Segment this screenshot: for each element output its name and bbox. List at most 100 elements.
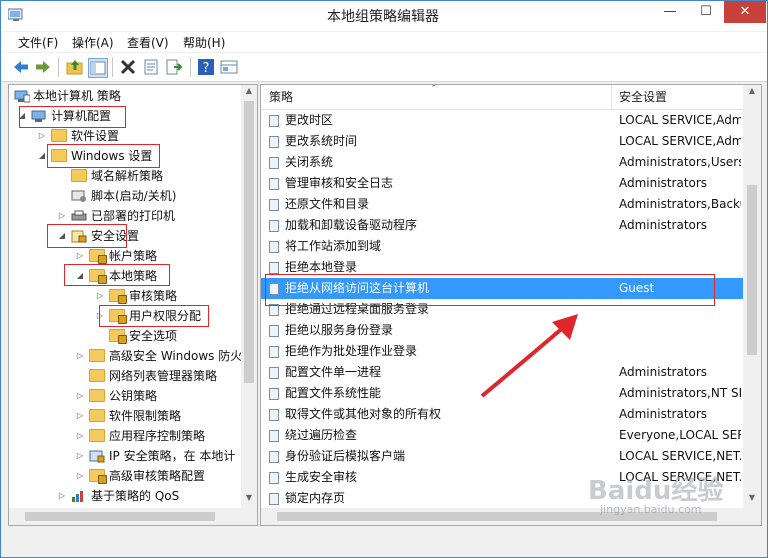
menu-action[interactable]: 操作(A) [72,34,114,51]
policy-name: 更改系统时间 [285,134,358,148]
policy-security-setting: Administrators,Users, [619,155,741,169]
tree-item-label: 网络列表管理器策略 [109,369,218,383]
show-hide-tree-icon[interactable] [88,58,108,78]
policy-row[interactable]: 关闭系统 Administrators,Users, [261,152,743,173]
svg-text:?: ? [203,61,210,76]
tree-item-audit-policy[interactable]: ▷ 审核策略 [9,286,241,306]
tree-item-label: 审核策略 [129,289,178,303]
policy-row[interactable]: 还原文件和目录 Administrators,Backu [261,194,743,215]
policy-security-setting: Everyone,LOCAL SERV [619,428,741,442]
tree-horizontal-scrollbar[interactable] [9,508,257,525]
tree-item-label: 高级审核策略配置 [109,469,206,483]
menu-help[interactable]: 帮助(H) [183,34,225,51]
collapsed-arrow-icon[interactable]: ▷ [75,346,85,366]
forward-icon[interactable] [34,58,52,76]
tree-item-advanced-audit-policy-configuration[interactable]: ▷ 高级审核策略配置 [9,466,241,486]
tree-item-label: 应用程序控制策略 [109,429,206,443]
policy-setting-icon [269,241,279,253]
policy-row[interactable]: 更改系统时间 LOCAL SERVICE,Admi [261,131,743,152]
policy-name: 锁定内存页 [285,491,346,505]
tree-item-label: 帐户策略 [109,249,158,263]
watermark-url: jingyan.baidu.com [600,503,702,516]
properties-icon[interactable] [142,58,160,76]
tree-item-name-resolution-policy[interactable]: 域名解析策略 [9,166,241,186]
list-vertical-scrollbar[interactable]: ▲ ▼ [743,85,761,508]
policy-row[interactable]: 加载和卸载设备驱动程序 Administrators [261,215,743,236]
collapsed-arrow-icon[interactable]: ▷ [75,426,85,446]
up-folder-icon[interactable] [66,58,84,76]
tree-item-local-computer-policy[interactable]: 本地计算机 策略 [9,86,241,106]
export-icon[interactable] [165,58,183,76]
policy-setting-icon [269,451,279,463]
back-icon[interactable] [12,58,30,76]
policy-row[interactable]: 身份验证后模拟客户端 LOCAL SERVICE,NET... [261,446,743,467]
toolbar-separator [58,57,59,77]
toolbar [1,53,767,82]
policy-name: 还原文件和目录 [285,197,370,211]
menu-file[interactable]: 文件(F) [18,34,58,51]
filter-icon[interactable] [220,58,238,76]
scroll-down-icon[interactable]: ▼ [743,493,761,502]
tree-item-software-settings[interactable]: ▷ 软件设置 [9,126,241,146]
annotation-box-windows-settings [47,144,160,168]
policy-security-setting: Administrators [619,365,708,379]
menu-view[interactable]: 查看(V) [127,34,169,51]
collapsed-arrow-icon[interactable]: ▷ [75,446,85,466]
collapsed-arrow-icon[interactable]: ▷ [75,466,85,486]
scrollbar-thumb[interactable] [747,185,757,355]
delete-icon[interactable] [119,58,137,76]
expanded-arrow-icon[interactable]: ◢ [37,146,47,166]
annotation-box-computer-config [19,106,126,128]
collapsed-arrow-icon[interactable]: ▷ [57,206,67,226]
tree-vertical-scrollbar[interactable]: ▲ ▼ [241,85,257,508]
policy-row[interactable]: 更改时区 LOCAL SERVICE,Admi [261,110,743,131]
policy-setting-icon [269,157,279,169]
tree-item-account-policies[interactable]: ▷ 帐户策略 [9,246,241,266]
policy-row[interactable]: 绕过遍历检查 Everyone,LOCAL SERV [261,425,743,446]
annotation-box-user-rights [99,305,209,327]
scrollbar-thumb[interactable] [25,512,215,521]
policy-name: 配置文件系统性能 [285,386,382,400]
annotation-arrow [480,314,578,398]
tree-item-deployed-printers[interactable]: ▷ 已部署的打印机 [9,206,241,226]
collapsed-arrow-icon[interactable]: ▷ [57,486,67,506]
tree-item-label: 软件限制策略 [109,409,182,423]
column-header-policy[interactable]: 策略 [269,87,293,107]
minimize-button[interactable]: — [652,1,688,23]
tree-item-windows-firewall-advanced-security[interactable]: ▷ 高级安全 Windows 防火 [9,346,242,366]
scroll-down-icon[interactable]: ▼ [241,493,257,502]
scroll-up-icon[interactable]: ▲ [241,86,257,95]
column-header-security-setting[interactable]: 安全设置 [619,87,667,107]
maximize-button[interactable]: ☐ [688,1,724,23]
tree-item-security-options[interactable]: 安全选项 [9,326,241,346]
collapsed-arrow-icon[interactable]: ▷ [37,126,47,146]
close-button[interactable]: ✕ [724,1,766,23]
tree-item-public-key-policies[interactable]: ▷ 公钥策略 [9,386,241,406]
column-divider[interactable] [611,85,612,109]
policy-row[interactable]: 将工作站添加到域 [261,236,743,257]
tree-item-network-list-manager-policies[interactable]: 网络列表管理器策略 [9,366,241,386]
policy-name: 拒绝以服务身份登录 [285,323,394,337]
watermark-brand: Baidu经验 [588,476,724,506]
policy-setting-icon [269,430,279,442]
collapsed-arrow-icon[interactable]: ▷ [75,406,85,426]
scrollbar-thumb[interactable] [244,101,254,383]
collapsed-arrow-icon[interactable]: ▷ [75,386,85,406]
collapsed-arrow-icon[interactable]: ▷ [75,246,85,266]
tree-item-scripts-startup-shutdown[interactable]: 脚本(启动/关机) [9,186,241,206]
policy-name: 身份验证后模拟客户端 [285,449,406,463]
help-icon[interactable]: ? [197,58,215,76]
tree-item-policy-based-qos[interactable]: ▷ 基于策略的 QoS [9,486,241,506]
tree-item-software-restriction-policies[interactable]: ▷ 软件限制策略 [9,406,241,426]
ip-policy-icon [89,449,105,463]
collapsed-arrow-icon[interactable]: ▷ [95,286,105,306]
folder-icon [89,369,105,382]
folder-lock-icon [109,329,127,344]
tree-item-application-control-policies[interactable]: ▷ 应用程序控制策略 [9,426,241,446]
scroll-up-icon[interactable]: ▲ [743,86,761,95]
policy-setting-icon [269,178,279,190]
policy-row[interactable]: 管理审核和安全日志 Administrators [261,173,743,194]
annotation-box-security-settings [47,224,127,248]
policy-setting-icon [269,388,279,400]
tree-item-ip-security-policies[interactable]: ▷ IP 安全策略，在 本地计 [9,446,241,466]
